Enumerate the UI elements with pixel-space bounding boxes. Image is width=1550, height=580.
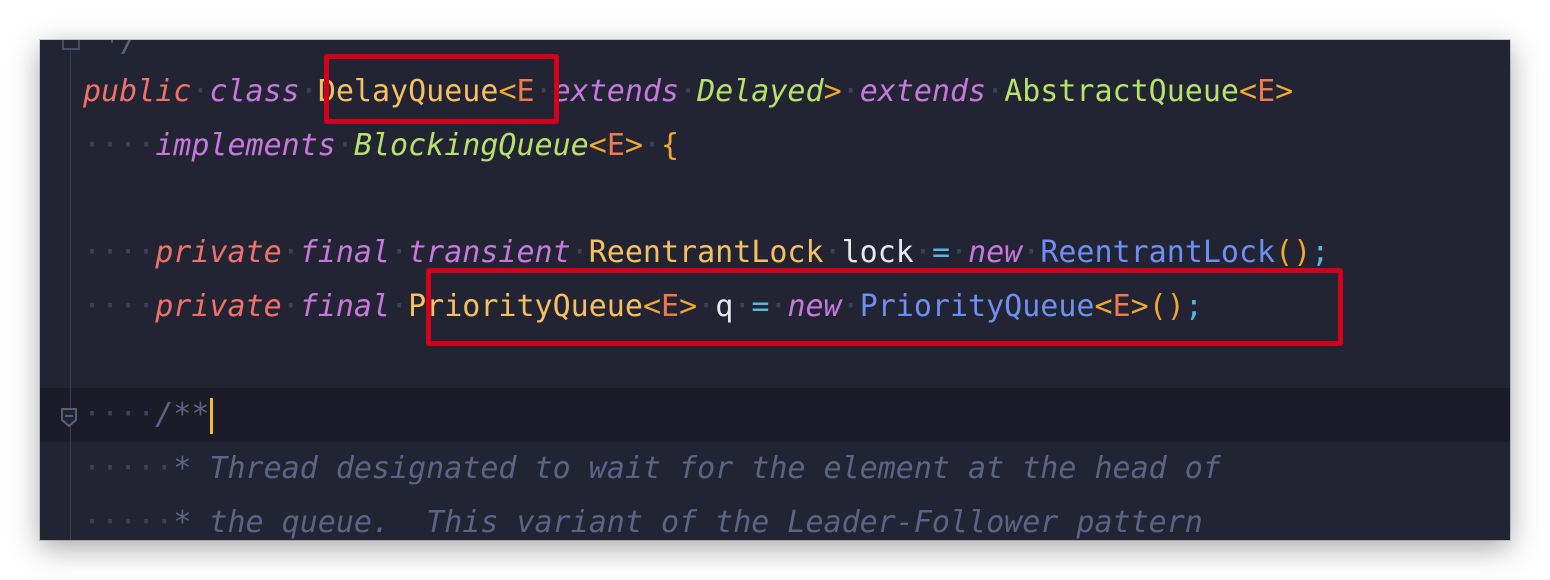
code-line-class-declaration: public·class·DelayQueue<E·extends·Delaye… — [83, 74, 1294, 109]
keyword-extends: extends — [552, 74, 680, 109]
angle-bracket: > — [823, 74, 842, 109]
code-editor[interactable]: */ public·class·DelayQueue<E·extends·Del… — [40, 40, 1510, 540]
code-line-comment-end: */ — [83, 40, 139, 62]
paren: ) — [1293, 235, 1312, 270]
keyword-public: public — [83, 74, 192, 109]
paren: ( — [1275, 235, 1294, 270]
comment-text: */ — [103, 40, 140, 59]
javadoc-text: * the queue. This variant of the Leader-… — [173, 505, 1203, 540]
code-line-javadoc-1: ·····* Thread designated to wait for the… — [83, 449, 1221, 489]
keyword-transient: transient — [408, 235, 571, 270]
keyword-class: class — [209, 74, 300, 109]
keyword-private: private — [155, 289, 282, 324]
type-bound: Delayed — [697, 74, 824, 109]
keyword-private: private — [155, 235, 282, 270]
current-line-highlight — [40, 388, 1510, 442]
angle-bracket: > — [624, 128, 643, 163]
fold-marker-icon[interactable] — [61, 408, 77, 428]
code-line-implements: ····implements·BlockingQueue<E>·{ — [83, 128, 680, 163]
superclass-name: AbstractQueue — [1004, 74, 1239, 109]
highlight-box-class-name — [324, 54, 559, 124]
field-name: lock — [841, 235, 914, 270]
fold-gutter-line — [70, 40, 71, 540]
indent-guide: ····· — [83, 451, 174, 486]
keyword-extends: extends — [859, 74, 987, 109]
indent-guide: ····· — [83, 505, 174, 540]
indent-guide: ···· — [83, 289, 156, 324]
interface-name: BlockingQueue — [353, 128, 589, 163]
indent-guide: ···· — [83, 128, 156, 163]
code-line-javadoc-start[interactable]: ····/** — [83, 395, 214, 435]
keyword-implements: implements — [155, 128, 336, 163]
javadoc-open: /** — [155, 397, 210, 432]
indent-guide: ···· — [83, 235, 156, 270]
open-brace: { — [661, 128, 680, 163]
constructor-name: ReentrantLock — [1040, 235, 1276, 270]
highlight-box-priority-queue — [426, 268, 1343, 346]
keyword-final: final — [299, 289, 391, 324]
code-line-javadoc-2: ·····* the queue. This variant of the Le… — [83, 503, 1203, 540]
angle-bracket: < — [588, 128, 607, 163]
semicolon: ; — [1311, 235, 1330, 270]
code-line-lock-field: ····private·final·transient·ReentrantLoc… — [83, 235, 1330, 270]
assign-operator: = — [931, 235, 950, 270]
fold-marker-icon[interactable] — [62, 40, 80, 50]
keyword-new: new — [968, 235, 1023, 270]
type-param: E — [606, 128, 625, 163]
indent-guide: ···· — [83, 397, 156, 432]
angle-bracket: < — [1239, 74, 1258, 109]
angle-bracket: > — [1275, 74, 1294, 109]
type-param: E — [1257, 74, 1276, 109]
javadoc-text: * Thread designated to wait for the elem… — [173, 451, 1221, 486]
field-type: ReentrantLock — [588, 235, 824, 270]
text-caret — [210, 397, 214, 434]
keyword-final: final — [299, 235, 391, 270]
